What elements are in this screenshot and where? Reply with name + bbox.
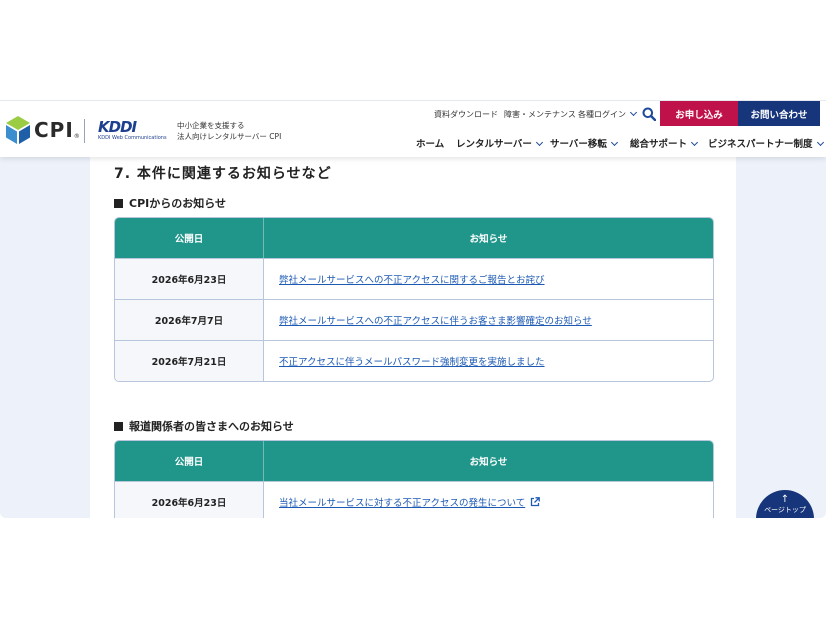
chevron-down-icon (535, 138, 543, 147)
chevron-down-icon (816, 138, 824, 147)
kddi-logo-subtext: KDDI Web Communications (98, 135, 167, 141)
publish-date: 2026年6月23日 (115, 259, 264, 299)
cpi-notices-table: 公開日 お知らせ 2026年6月23日 弊社メールサービスへの不正アクセスに関す… (114, 217, 714, 382)
square-bullet-icon (114, 198, 123, 208)
square-bullet-icon (114, 421, 123, 431)
tagline: 中小企業を支援する 法人向けレンタルサーバー CPI (177, 120, 281, 142)
chevron-down-icon (610, 138, 618, 147)
login-menu-label: 各種ログイン (578, 110, 626, 119)
nav-rental-server[interactable]: レンタルサーバー (456, 136, 543, 150)
nav-business-partner-label: ビジネスパートナー制度 (708, 139, 813, 150)
table-header: 公開日 お知らせ (115, 218, 713, 258)
registered-mark: ® (73, 132, 80, 140)
nav-server-migration[interactable]: サーバー移転 (550, 136, 618, 150)
table-row: 2026年6月23日 弊社メールサービスへの不正アクセスに関するご報告とお詫び (115, 258, 713, 299)
page-top-label: ページトップ (764, 506, 806, 514)
contact-button[interactable]: お問い合わせ (738, 101, 820, 126)
login-menu[interactable]: 各種ログイン (578, 108, 638, 120)
tagline-line-2: 法人向けレンタルサーバー CPI (177, 132, 282, 141)
notice-column-header: お知らせ (469, 234, 508, 245)
maintenance-link[interactable]: 障害・メンテナンス (504, 109, 576, 120)
cpi-notices-heading: CPIからのお知らせ (114, 195, 226, 211)
section-title: 7. 本件に関連するお知らせなど (114, 166, 332, 182)
press-notices-heading: 報道関係者の皆さまへのお知らせ (114, 418, 294, 434)
site-header: CPI ® KDDI KDDI Web Communications 中小企業を… (0, 100, 826, 157)
nav-support-label: 総合サポート (630, 139, 688, 150)
cpi-logo[interactable]: CPI ® (6, 116, 80, 144)
table-row: 2026年6月23日 当社メールサービスに対する不正アクセスの発生について (115, 481, 713, 518)
notice-link[interactable]: 弊社メールサービスへの不正アクセスに伴うお客さま影響確定のお知らせ (279, 313, 592, 327)
press-notices-heading-label: 報道関係者の皆さまへのお知らせ (129, 420, 294, 433)
press-notices-table: 公開日 お知らせ 2026年6月23日 当社メールサービスに対する不正アクセスの… (114, 440, 714, 518)
publish-date: 2026年7月21日 (115, 341, 264, 381)
publish-date: 2026年7月7日 (115, 300, 264, 340)
table-row: 2026年7月7日 弊社メールサービスへの不正アクセスに伴うお客さま影響確定のお… (115, 299, 713, 340)
page-top-button[interactable]: ↑ ページトップ (756, 490, 814, 518)
download-link[interactable]: 資料ダウンロード (434, 109, 498, 120)
nav-rental-server-label: レンタルサーバー (456, 139, 532, 150)
chevron-down-icon (690, 138, 699, 147)
kddi-logo: KDDI KDDI Web Communications (98, 118, 167, 142)
publish-date: 2026年6月23日 (115, 482, 264, 518)
notice-link[interactable]: 不正アクセスに伴うメールパスワード強制変更を実施しました (279, 354, 545, 368)
notice-link[interactable]: 当社メールサービスに対する不正アクセスの発生について (279, 495, 525, 509)
cpi-logo-text: CPI (34, 118, 74, 142)
logo-divider (84, 119, 85, 143)
search-icon[interactable] (642, 107, 656, 121)
arrow-up-icon: ↑ (780, 494, 790, 505)
apply-button[interactable]: お申し込み (660, 101, 738, 126)
table-row: 2026年7月21日 不正アクセスに伴うメールパスワード強制変更を実施しました (115, 340, 713, 381)
nav-support[interactable]: 総合サポート (630, 136, 699, 150)
table-header: 公開日 お知らせ (115, 441, 713, 481)
tagline-line-1: 中小企業を支援する (177, 121, 245, 130)
cpi-notices-heading-label: CPIからのお知らせ (129, 197, 227, 210)
external-link-icon (531, 497, 541, 507)
cpi-logo-icon (6, 116, 30, 144)
notice-column-header: お知らせ (469, 457, 508, 468)
nav-server-migration-label: サーバー移転 (550, 139, 607, 150)
kddi-logo-mark: KDDI (98, 118, 137, 136)
date-column-header: 公開日 (115, 218, 264, 258)
notice-link[interactable]: 弊社メールサービスへの不正アクセスに関するご報告とお詫び (279, 272, 545, 286)
date-column-header: 公開日 (115, 441, 264, 481)
page-viewport: CPI ® KDDI KDDI Web Communications 中小企業を… (0, 100, 826, 518)
nav-business-partner[interactable]: ビジネスパートナー制度 (708, 136, 824, 150)
chevron-down-icon (629, 108, 638, 117)
nav-home[interactable]: ホーム (416, 136, 444, 150)
